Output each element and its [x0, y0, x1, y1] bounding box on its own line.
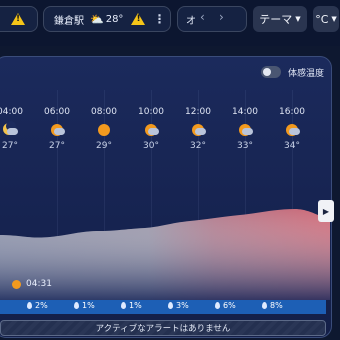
- sun-cloud-icon: [143, 123, 159, 137]
- sun-cloud-icon: [237, 123, 253, 137]
- warning-icon: [131, 13, 146, 25]
- precipitation-bar: 2% 1% 1% 3% 6% 8%: [0, 300, 326, 314]
- moon-cloud-icon: [2, 121, 18, 137]
- precip-value: 2%: [35, 301, 48, 310]
- hour-time: 12:00: [185, 107, 211, 117]
- hour-slot-1400[interactable]: 14:00 33°: [223, 107, 267, 151]
- precip-item: 6%: [215, 301, 236, 310]
- hour-temp: 27°: [49, 141, 65, 151]
- play-right-icon: ▶: [322, 206, 330, 216]
- hour-time: 10:00: [138, 107, 164, 117]
- hour-temp: 34°: [284, 141, 300, 151]
- precip-item: 8%: [262, 301, 283, 310]
- hour-slot-0600[interactable]: 06:00 27°: [35, 107, 79, 151]
- sunrise-icon: [12, 279, 21, 289]
- hour-slot-1600[interactable]: 16:00 34°: [270, 107, 314, 151]
- alerts-bar[interactable]: アクティブなアラートはありません: [0, 320, 326, 336]
- hour-time: 16:00: [279, 107, 305, 117]
- raindrop-icon: [74, 302, 79, 309]
- location-chip[interactable]: 鎌倉駅 ⛅ 28° ⋮: [43, 6, 171, 32]
- hour-time: 04:00: [0, 107, 23, 117]
- precip-value: 6%: [223, 301, 236, 310]
- feels-like-label: 体感温度: [288, 69, 325, 79]
- precip-item: 2%: [27, 301, 48, 310]
- hour-slot-0800[interactable]: 08:00 29°: [82, 107, 126, 151]
- unit-button[interactable]: °C ▼: [313, 6, 339, 32]
- precip-item: 1%: [121, 301, 142, 310]
- sun-cloud-icon: [49, 123, 65, 137]
- precip-value: 3%: [176, 301, 189, 310]
- sunrise-time: 04:31: [26, 279, 52, 289]
- nav-prev-icon[interactable]: ‹: [200, 10, 205, 24]
- hour-temp: 32°: [190, 141, 206, 151]
- hour-time: 14:00: [232, 107, 258, 117]
- chevron-down-icon: ▼: [331, 15, 337, 23]
- hour-time: 08:00: [91, 107, 117, 117]
- warning-icon: [11, 13, 25, 25]
- location-chip-2[interactable]: オ: [177, 6, 247, 32]
- hour-slot-1000[interactable]: 10:00 30°: [129, 107, 173, 151]
- sun-cloud-icon: [190, 123, 206, 137]
- hour-temp: 29°: [96, 141, 112, 151]
- location-temp: 28°: [105, 13, 124, 25]
- precip-item: 3%: [168, 301, 189, 310]
- theme-label: テーマ: [259, 13, 293, 26]
- alert-chip[interactable]: [0, 6, 38, 32]
- theme-button[interactable]: テーマ ▼: [253, 6, 307, 32]
- scroll-right-button[interactable]: ▶: [318, 200, 334, 222]
- more-options-icon[interactable]: ⋮: [153, 12, 165, 26]
- feels-like-toggle[interactable]: [261, 66, 281, 78]
- location-name-2: オ: [186, 15, 196, 27]
- sunrise-marker: 04:31: [12, 279, 52, 289]
- raindrop-icon: [168, 302, 173, 309]
- hour-temp: 30°: [143, 141, 159, 151]
- hour-temp: 27°: [2, 141, 18, 151]
- unit-label: °C: [315, 12, 329, 26]
- sun-cloud-icon: [284, 123, 300, 137]
- raindrop-icon: [27, 302, 32, 309]
- top-bar: 鎌倉駅 ⛅ 28° ⋮ オ ‹ › テーマ ▼ °C ▼: [0, 0, 340, 46]
- hour-time: 06:00: [44, 107, 70, 117]
- raindrop-icon: [121, 302, 126, 309]
- sun-icon: [96, 123, 112, 137]
- raindrop-icon: [215, 302, 220, 309]
- location-name: 鎌倉駅: [54, 15, 84, 27]
- alerts-text: アクティブなアラートはありません: [95, 324, 231, 334]
- chevron-down-icon: ▼: [295, 15, 301, 23]
- hour-temp: 33°: [237, 141, 253, 151]
- precip-value: 1%: [129, 301, 142, 310]
- precip-item: 1%: [74, 301, 95, 310]
- hour-slot-1200[interactable]: 12:00 32°: [176, 107, 220, 151]
- raindrop-icon: [262, 302, 267, 309]
- partly-cloudy-icon: ⛅: [90, 12, 104, 26]
- precip-value: 1%: [82, 301, 95, 310]
- precip-value: 8%: [270, 301, 283, 310]
- nav-next-icon[interactable]: ›: [219, 10, 224, 24]
- hour-slot-0400[interactable]: 04:00 27°: [0, 107, 32, 151]
